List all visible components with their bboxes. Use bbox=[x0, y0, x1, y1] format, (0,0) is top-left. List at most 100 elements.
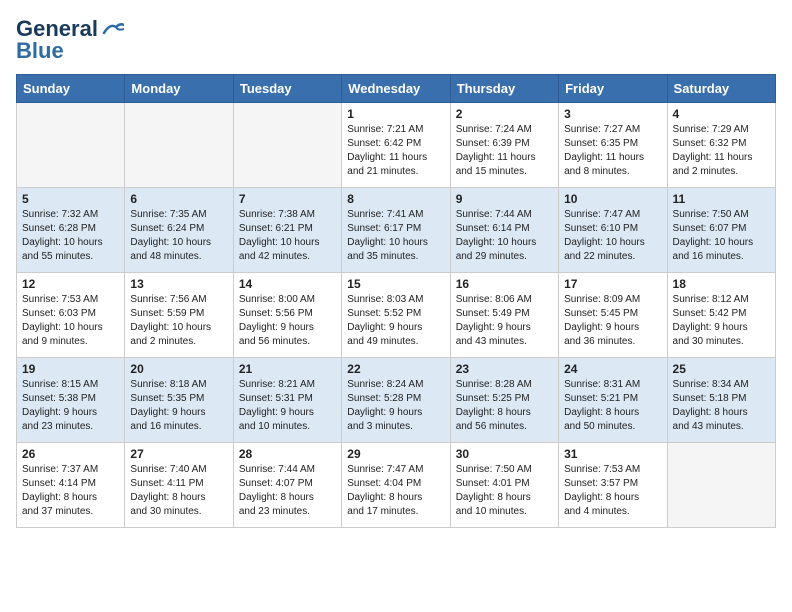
day-info: Sunrise: 8:12 AM Sunset: 5:42 PM Dayligh… bbox=[673, 293, 770, 349]
day-number: 20 bbox=[130, 362, 227, 376]
day-number: 18 bbox=[673, 277, 770, 291]
day-number: 15 bbox=[347, 277, 444, 291]
calendar-day-cell bbox=[125, 103, 233, 188]
day-of-week-header: Thursday bbox=[450, 75, 558, 103]
calendar-day-cell: 5Sunrise: 7:32 AM Sunset: 6:28 PM Daylig… bbox=[17, 188, 125, 273]
day-info: Sunrise: 7:50 AM Sunset: 4:01 PM Dayligh… bbox=[456, 463, 553, 519]
calendar-day-cell: 24Sunrise: 8:31 AM Sunset: 5:21 PM Dayli… bbox=[559, 358, 667, 443]
day-info: Sunrise: 7:21 AM Sunset: 6:42 PM Dayligh… bbox=[347, 123, 444, 179]
calendar-week-row: 19 Sunrise: 8:15 AM Sunset: 5:38 PM Dayli… bbox=[17, 358, 776, 443]
day-info: Sunrise: 8:31 AM Sunset: 5:21 PM Dayligh… bbox=[564, 378, 661, 434]
day-of-week-header: Monday bbox=[125, 75, 233, 103]
day-info: Sunrise: 8:03 AM Sunset: 5:52 PM Dayligh… bbox=[347, 293, 444, 349]
day-number: 9 bbox=[456, 192, 553, 206]
day-number: 29 bbox=[347, 447, 444, 461]
calendar-day-cell: 14 Sunrise: 8:00 AM Sunset: 5:56 PM Dayli… bbox=[233, 273, 341, 358]
calendar-day-cell: 27Sunrise: 7:40 AM Sunset: 4:11 PM Dayli… bbox=[125, 443, 233, 528]
calendar-day-cell: 15 Sunrise: 8:03 AM Sunset: 5:52 PM Dayli… bbox=[342, 273, 450, 358]
day-number: 19 bbox=[22, 362, 119, 376]
calendar-day-cell: 25 Sunrise: 8:34 AM Sunset: 5:18 PM Dayli… bbox=[667, 358, 775, 443]
day-info: Sunrise: 7:24 AM Sunset: 6:39 PM Dayligh… bbox=[456, 123, 553, 179]
day-info: Sunrise: 7:44 AM Sunset: 6:14 PM Dayligh… bbox=[456, 208, 553, 264]
calendar-day-cell: 11 Sunrise: 7:50 AM Sunset: 6:07 PM Dayli… bbox=[667, 188, 775, 273]
calendar-day-cell bbox=[17, 103, 125, 188]
calendar-day-cell: 21 Sunrise: 8:21 AM Sunset: 5:31 PM Dayli… bbox=[233, 358, 341, 443]
calendar-table: SundayMondayTuesdayWednesdayThursdayFrid… bbox=[16, 74, 776, 528]
calendar-day-cell: 22 Sunrise: 8:24 AM Sunset: 5:28 PM Dayli… bbox=[342, 358, 450, 443]
day-number: 2 bbox=[456, 107, 553, 121]
day-info: Sunrise: 8:00 AM Sunset: 5:56 PM Dayligh… bbox=[239, 293, 336, 349]
day-number: 17 bbox=[564, 277, 661, 291]
day-number: 4 bbox=[673, 107, 770, 121]
calendar-day-cell: 23Sunrise: 8:28 AM Sunset: 5:25 PM Dayli… bbox=[450, 358, 558, 443]
day-info: Sunrise: 8:09 AM Sunset: 5:45 PM Dayligh… bbox=[564, 293, 661, 349]
day-info: Sunrise: 8:34 AM Sunset: 5:18 PM Dayligh… bbox=[673, 378, 770, 434]
day-number: 5 bbox=[22, 192, 119, 206]
day-info: Sunrise: 7:56 AM Sunset: 5:59 PM Dayligh… bbox=[130, 293, 227, 349]
day-number: 1 bbox=[347, 107, 444, 121]
calendar-day-cell bbox=[667, 443, 775, 528]
day-info: Sunrise: 8:15 AM Sunset: 5:38 PM Dayligh… bbox=[22, 378, 119, 434]
day-info: Sunrise: 7:47 AM Sunset: 4:04 PM Dayligh… bbox=[347, 463, 444, 519]
day-info: Sunrise: 7:35 AM Sunset: 6:24 PM Dayligh… bbox=[130, 208, 227, 264]
calendar-day-cell: 28 Sunrise: 7:44 AM Sunset: 4:07 PM Dayli… bbox=[233, 443, 341, 528]
day-number: 10 bbox=[564, 192, 661, 206]
day-of-week-header: Wednesday bbox=[342, 75, 450, 103]
day-info: Sunrise: 8:24 AM Sunset: 5:28 PM Dayligh… bbox=[347, 378, 444, 434]
day-number: 11 bbox=[673, 192, 770, 206]
day-number: 8 bbox=[347, 192, 444, 206]
day-number: 25 bbox=[673, 362, 770, 376]
day-info: Sunrise: 7:44 AM Sunset: 4:07 PM Dayligh… bbox=[239, 463, 336, 519]
day-info: Sunrise: 7:53 AM Sunset: 6:03 PM Dayligh… bbox=[22, 293, 119, 349]
calendar-day-cell: 12 Sunrise: 7:53 AM Sunset: 6:03 PM Dayli… bbox=[17, 273, 125, 358]
calendar-day-cell: 26 Sunrise: 7:37 AM Sunset: 4:14 PM Dayli… bbox=[17, 443, 125, 528]
calendar-header-row: SundayMondayTuesdayWednesdayThursdayFrid… bbox=[17, 75, 776, 103]
day-number: 3 bbox=[564, 107, 661, 121]
day-info: Sunrise: 7:47 AM Sunset: 6:10 PM Dayligh… bbox=[564, 208, 661, 264]
calendar-day-cell: 6Sunrise: 7:35 AM Sunset: 6:24 PM Daylig… bbox=[125, 188, 233, 273]
page-header: General Blue bbox=[16, 16, 776, 64]
day-info: Sunrise: 7:37 AM Sunset: 4:14 PM Dayligh… bbox=[22, 463, 119, 519]
day-info: Sunrise: 7:29 AM Sunset: 6:32 PM Dayligh… bbox=[673, 123, 770, 179]
day-number: 12 bbox=[22, 277, 119, 291]
calendar-week-row: 5Sunrise: 7:32 AM Sunset: 6:28 PM Daylig… bbox=[17, 188, 776, 273]
day-info: Sunrise: 7:27 AM Sunset: 6:35 PM Dayligh… bbox=[564, 123, 661, 179]
day-number: 26 bbox=[22, 447, 119, 461]
logo-blue: Blue bbox=[16, 38, 64, 64]
calendar-week-row: 26 Sunrise: 7:37 AM Sunset: 4:14 PM Dayli… bbox=[17, 443, 776, 528]
day-info: Sunrise: 7:41 AM Sunset: 6:17 PM Dayligh… bbox=[347, 208, 444, 264]
calendar-day-cell: 7Sunrise: 7:38 AM Sunset: 6:21 PM Daylig… bbox=[233, 188, 341, 273]
logo-bird-icon bbox=[102, 21, 124, 37]
day-number: 7 bbox=[239, 192, 336, 206]
calendar-day-cell: 16Sunrise: 8:06 AM Sunset: 5:49 PM Dayli… bbox=[450, 273, 558, 358]
calendar-day-cell bbox=[233, 103, 341, 188]
day-number: 28 bbox=[239, 447, 336, 461]
day-of-week-header: Sunday bbox=[17, 75, 125, 103]
day-info: Sunrise: 7:50 AM Sunset: 6:07 PM Dayligh… bbox=[673, 208, 770, 264]
day-of-week-header: Friday bbox=[559, 75, 667, 103]
calendar-day-cell: 4 Sunrise: 7:29 AM Sunset: 6:32 PM Daylig… bbox=[667, 103, 775, 188]
calendar-week-row: 1 Sunrise: 7:21 AM Sunset: 6:42 PM Daylig… bbox=[17, 103, 776, 188]
day-number: 14 bbox=[239, 277, 336, 291]
calendar-day-cell: 18 Sunrise: 8:12 AM Sunset: 5:42 PM Dayli… bbox=[667, 273, 775, 358]
logo: General Blue bbox=[16, 16, 124, 64]
calendar-day-cell: 19 Sunrise: 8:15 AM Sunset: 5:38 PM Dayli… bbox=[17, 358, 125, 443]
day-info: Sunrise: 8:18 AM Sunset: 5:35 PM Dayligh… bbox=[130, 378, 227, 434]
calendar-day-cell: 9 Sunrise: 7:44 AM Sunset: 6:14 PM Daylig… bbox=[450, 188, 558, 273]
day-of-week-header: Tuesday bbox=[233, 75, 341, 103]
day-number: 13 bbox=[130, 277, 227, 291]
day-info: Sunrise: 7:40 AM Sunset: 4:11 PM Dayligh… bbox=[130, 463, 227, 519]
day-number: 31 bbox=[564, 447, 661, 461]
calendar-day-cell: 13 Sunrise: 7:56 AM Sunset: 5:59 PM Dayli… bbox=[125, 273, 233, 358]
calendar-day-cell: 1 Sunrise: 7:21 AM Sunset: 6:42 PM Daylig… bbox=[342, 103, 450, 188]
calendar-day-cell: 20 Sunrise: 8:18 AM Sunset: 5:35 PM Dayli… bbox=[125, 358, 233, 443]
day-number: 16 bbox=[456, 277, 553, 291]
calendar-day-cell: 29 Sunrise: 7:47 AM Sunset: 4:04 PM Dayli… bbox=[342, 443, 450, 528]
day-info: Sunrise: 8:21 AM Sunset: 5:31 PM Dayligh… bbox=[239, 378, 336, 434]
calendar-day-cell: 30 Sunrise: 7:50 AM Sunset: 4:01 PM Dayli… bbox=[450, 443, 558, 528]
day-info: Sunrise: 8:28 AM Sunset: 5:25 PM Dayligh… bbox=[456, 378, 553, 434]
day-number: 22 bbox=[347, 362, 444, 376]
day-number: 30 bbox=[456, 447, 553, 461]
day-number: 21 bbox=[239, 362, 336, 376]
day-info: Sunrise: 7:53 AM Sunset: 3:57 PM Dayligh… bbox=[564, 463, 661, 519]
